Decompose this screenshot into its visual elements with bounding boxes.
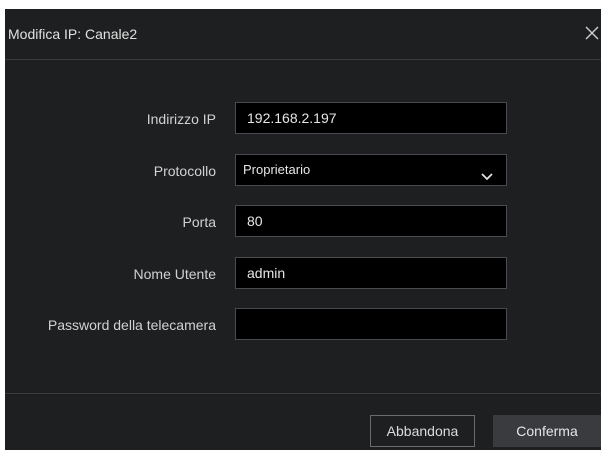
protocol-row: Protocollo Proprietario bbox=[5, 154, 601, 188]
ip-label: Indirizzo IP bbox=[146, 111, 216, 127]
dialog-titlebar: Modifica IP: Canale2 bbox=[5, 9, 601, 60]
protocol-label: Protocollo bbox=[153, 163, 216, 179]
protocol-select[interactable]: Proprietario bbox=[235, 154, 507, 186]
username-input[interactable] bbox=[235, 257, 507, 289]
port-row: Porta bbox=[5, 205, 601, 239]
dialog-title: Modifica IP: Canale2 bbox=[8, 26, 138, 42]
password-row: Password della telecamera bbox=[5, 308, 601, 342]
port-label: Porta bbox=[182, 214, 216, 230]
ip-row: Indirizzo IP bbox=[5, 102, 601, 136]
close-icon[interactable] bbox=[583, 19, 601, 47]
username-label: Nome Utente bbox=[133, 266, 216, 282]
port-input[interactable] bbox=[235, 205, 507, 237]
cancel-button[interactable]: Abbandona bbox=[370, 415, 475, 447]
footer-divider bbox=[5, 393, 601, 394]
protocol-selected-value: Proprietario bbox=[243, 162, 311, 177]
username-row: Nome Utente bbox=[5, 257, 601, 291]
ip-input[interactable] bbox=[235, 102, 507, 134]
edit-ip-dialog: Modifica IP: Canale2 Indirizzo IP Protoc… bbox=[5, 9, 601, 450]
chevron-down-icon bbox=[480, 164, 494, 181]
confirm-button[interactable]: Conferma bbox=[493, 415, 601, 447]
password-input[interactable] bbox=[235, 308, 507, 340]
password-label: Password della telecamera bbox=[47, 317, 216, 333]
